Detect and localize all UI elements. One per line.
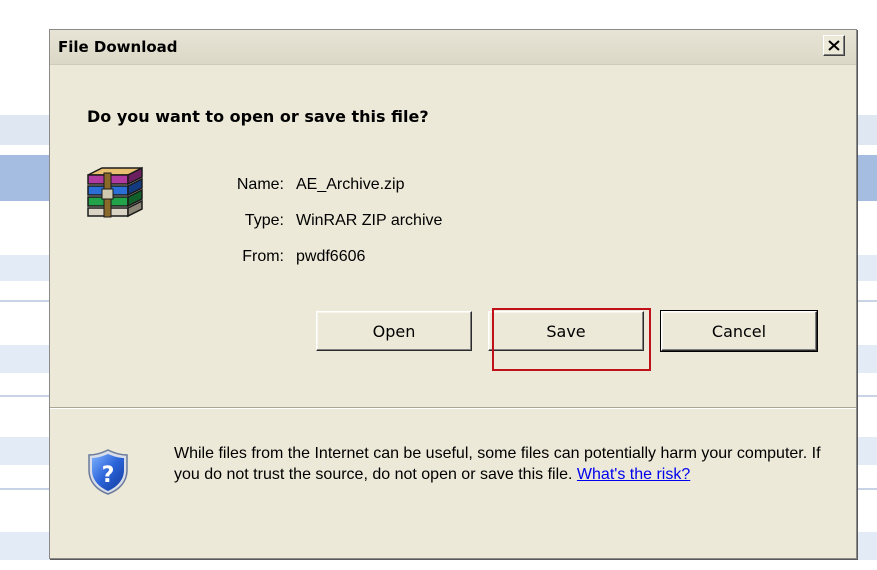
warning-message: While files from the Internet can be use… bbox=[174, 443, 834, 485]
whats-the-risk-link[interactable]: What's the risk? bbox=[577, 466, 690, 483]
svg-text:?: ? bbox=[102, 463, 115, 488]
file-type: WinRAR ZIP archive bbox=[296, 212, 443, 229]
close-button[interactable] bbox=[823, 35, 845, 56]
separator bbox=[50, 407, 856, 409]
from-label: From: bbox=[242, 248, 284, 265]
winrar-archive-icon bbox=[87, 166, 143, 218]
open-button[interactable]: Open bbox=[316, 311, 472, 351]
close-icon bbox=[828, 40, 840, 51]
file-download-dialog: File Download Do you want to open or sav… bbox=[49, 29, 857, 559]
dialog-title: File Download bbox=[58, 38, 178, 56]
cancel-button[interactable]: Cancel bbox=[660, 310, 818, 352]
title-bar[interactable]: File Download bbox=[50, 30, 856, 65]
save-button[interactable]: Save bbox=[488, 311, 644, 351]
type-label: Type: bbox=[244, 212, 284, 229]
warning-text: While files from the Internet can be use… bbox=[174, 445, 821, 483]
shield-question-icon: ? bbox=[88, 449, 128, 495]
file-name: AE_Archive.zip bbox=[296, 176, 405, 193]
dialog-question: Do you want to open or save this file? bbox=[87, 107, 429, 126]
name-label: Name: bbox=[236, 176, 284, 193]
file-source: pwdf6606 bbox=[296, 248, 366, 265]
